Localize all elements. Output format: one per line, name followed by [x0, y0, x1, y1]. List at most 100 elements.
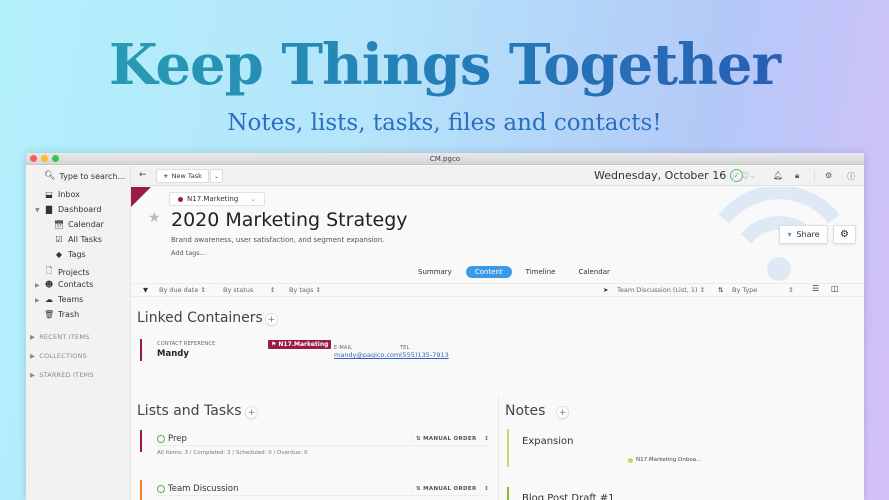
column-divider: [498, 397, 499, 500]
add-list-button[interactable]: +: [245, 406, 258, 419]
add-tags-input[interactable]: Add tags...: [171, 249, 206, 257]
note-tag[interactable]: N17.Marketing.Onboa...: [628, 457, 701, 463]
new-task-dropdown[interactable]: ⌄: [210, 169, 223, 183]
section-label: RECENT ITEMS: [39, 333, 90, 341]
section-label: COLLECTIONS: [39, 352, 87, 360]
chart-icon: ▇: [45, 205, 53, 214]
lock-icon[interactable]: 🔒︎: [795, 171, 799, 181]
section-label: STARRED ITEMS: [39, 371, 94, 379]
tab-timeline[interactable]: Timeline: [517, 266, 565, 278]
sidebar-item-inbox[interactable]: ⬓ Inbox: [44, 190, 80, 199]
list-color-bar: [140, 480, 142, 500]
expand-contacts-toggle[interactable]: ▶: [35, 282, 40, 289]
order-label: MANUAL ORDER: [423, 486, 477, 492]
sort-icon: ⇅: [416, 436, 421, 442]
flag-icon: ⚑: [271, 341, 277, 348]
sidebar-item-contacts[interactable]: ☻ Contacts: [44, 280, 93, 289]
list-item-team-discussion[interactable]: Team Discussion: [157, 484, 238, 494]
container-badge[interactable]: ⚑ N17.Marketing: [268, 340, 332, 349]
sidebar-item-calendar[interactable]: 📅︎ Calendar: [54, 220, 104, 229]
filter-due-date[interactable]: By due date ↕: [159, 286, 206, 294]
calendar-icon: 📅︎: [54, 220, 65, 229]
container-color-corner: [131, 187, 151, 207]
plus-icon: +: [247, 407, 256, 418]
tab-content[interactable]: Content: [465, 266, 512, 278]
section-recent-items[interactable]: ▶ RECENT ITEMS: [30, 333, 90, 341]
date-text: Wednesday, October 16: [594, 169, 727, 182]
users-icon[interactable]: ☺⌄: [741, 171, 756, 180]
page-description: Brand awareness, user satisfaction, and …: [171, 236, 385, 244]
view-tabs: Summary Content Timeline Calendar: [409, 266, 624, 278]
filter-status[interactable]: By status ↕: [223, 286, 275, 294]
sidebar-item-label: Trash: [58, 310, 80, 319]
sort-selector[interactable]: By Type ↕: [732, 286, 794, 294]
tab-calendar[interactable]: Calendar: [569, 266, 618, 278]
chevron-down-icon: ⌄: [213, 172, 220, 180]
location-arrow-icon: ➤: [603, 286, 609, 294]
sidebar-item-projects[interactable]: 🗋 Projects: [44, 265, 90, 279]
add-linked-container-button[interactable]: +: [265, 313, 278, 326]
expand-icon: ▶: [30, 333, 36, 341]
sort-icon: ⇅: [718, 286, 724, 294]
sidebar-item-label: Teams: [58, 295, 84, 304]
filter-bar: ▼ By due date ↕ By status ↕ By tags ↕ ➤ …: [131, 283, 864, 297]
filter-label: By tags: [289, 286, 314, 294]
sidebar-item-teams[interactable]: ☁ Teams: [44, 295, 83, 304]
container-selector[interactable]: N17.Marketing ⌄: [169, 192, 266, 206]
search-placeholder: Type to search...: [59, 171, 126, 181]
section-starred-items[interactable]: ▶ STARRED ITEMS: [30, 371, 94, 379]
contact-name[interactable]: Mandy: [157, 349, 189, 359]
title-bar: CM.pgco: [26, 153, 864, 165]
sort-icon: ⇅: [416, 486, 421, 492]
sort-label: By Type: [732, 286, 758, 294]
sidebar-item-trash[interactable]: 🗑︎ Trash: [44, 310, 79, 319]
new-task-button[interactable]: + New Task: [156, 169, 209, 183]
column-view-icon[interactable]: ◫: [831, 284, 839, 293]
location-selector[interactable]: Team Discussion (List, 1) ↕: [617, 286, 705, 294]
note-color-bar: [507, 429, 509, 467]
filter-tags[interactable]: By tags ↕: [289, 286, 321, 294]
gear-icon[interactable]: ⚙: [825, 171, 832, 180]
expand-teams-toggle[interactable]: ▶: [35, 297, 40, 304]
sidebar-item-label: Dashboard: [58, 205, 102, 214]
checkbox-icon: ☑: [55, 235, 63, 244]
hero-subtitle: Notes, lists, tasks, files and contacts!: [227, 110, 662, 136]
star-icon[interactable]: ★: [148, 210, 161, 226]
page-settings-button[interactable]: ⚙: [833, 225, 856, 244]
info-icon[interactable]: ⓘ: [847, 171, 855, 182]
divider: [733, 170, 734, 182]
hero-title: Keep Things Together: [0, 30, 889, 100]
bell-icon[interactable]: 🔔︎: [773, 171, 783, 180]
expand-dashboard-toggle[interactable]: ▼: [35, 207, 40, 214]
tel-link[interactable]: (555)135-7913: [400, 351, 449, 359]
location-label: Team Discussion (List, 1): [617, 286, 698, 294]
divider: [157, 495, 487, 496]
sidebar-item-all-tasks[interactable]: ☑ All Tasks: [54, 235, 102, 244]
list-status-icon: [157, 435, 165, 443]
list-stats: All Items: 3 / Completed: 3 / Scheduled:…: [157, 450, 308, 456]
lists-and-tasks-heading: Lists and Tasks: [137, 403, 242, 419]
toolbar: ← + New Task ⌄ Wednesday, October 16 ✓ ☺…: [131, 166, 864, 186]
search-input[interactable]: 🔍︎ Type to search...: [44, 171, 125, 181]
contact-color-bar: [140, 339, 142, 361]
tag-color-dot: [628, 457, 633, 463]
list-order-selector[interactable]: ⇅ MANUAL ORDER ↕: [411, 436, 489, 442]
expand-icon: ▶: [30, 352, 36, 360]
list-item-prep[interactable]: Prep: [157, 434, 187, 444]
share-button[interactable]: ▾ Share: [779, 225, 828, 244]
tab-summary[interactable]: Summary: [409, 266, 461, 278]
sidebar-item-tags[interactable]: ◆ Tags: [54, 250, 86, 259]
list-view-icon[interactable]: ☰: [812, 284, 819, 293]
notes-heading: Notes: [505, 403, 546, 419]
email-link[interactable]: mandy@pagico.com: [334, 351, 400, 359]
note-item-blog-post-draft[interactable]: Blog Post Draft #1: [522, 493, 615, 500]
back-button[interactable]: ←: [139, 170, 147, 180]
sidebar-item-dashboard[interactable]: ▇ Dashboard: [44, 205, 101, 214]
plus-icon: +: [163, 172, 169, 180]
add-note-button[interactable]: +: [556, 406, 569, 419]
note-item-expansion[interactable]: Expansion: [522, 436, 574, 447]
plus-icon: +: [267, 314, 276, 325]
section-collections[interactable]: ▶ COLLECTIONS: [30, 352, 87, 360]
document-icon: 🗋: [45, 266, 53, 275]
list-order-selector[interactable]: ⇅ MANUAL ORDER ↕: [411, 486, 489, 492]
